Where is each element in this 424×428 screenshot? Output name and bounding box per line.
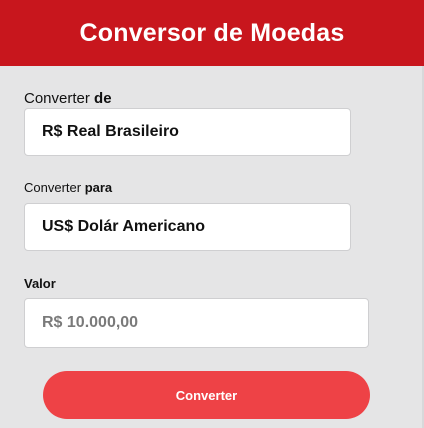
to-label-prefix: Converter <box>24 180 82 195</box>
to-currency-label: Converter para <box>24 180 112 195</box>
to-label-strong: para <box>84 180 113 195</box>
to-currency-select[interactable]: US$ Dolár Americano <box>24 203 351 251</box>
amount-input[interactable]: R$ 10.000,00 <box>24 298 369 348</box>
app-header: Conversor de Moedas <box>0 0 424 66</box>
from-currency-label: Converter de <box>24 90 112 107</box>
from-label-strong: de <box>94 90 112 107</box>
convert-button-label: Converter <box>175 387 238 403</box>
from-label-prefix: Converter <box>24 90 90 107</box>
convert-button[interactable]: Converter <box>43 371 370 419</box>
to-currency-value: US$ Dolár Americano <box>42 218 206 235</box>
amount-label: Valor <box>24 276 56 291</box>
page-title: Conversor de Moedas <box>79 18 345 47</box>
from-currency-value: R$ Real Brasileiro <box>42 123 179 140</box>
amount-placeholder: R$ 10.000,00 <box>42 314 139 331</box>
from-currency-select[interactable]: R$ Real Brasileiro <box>24 108 351 156</box>
